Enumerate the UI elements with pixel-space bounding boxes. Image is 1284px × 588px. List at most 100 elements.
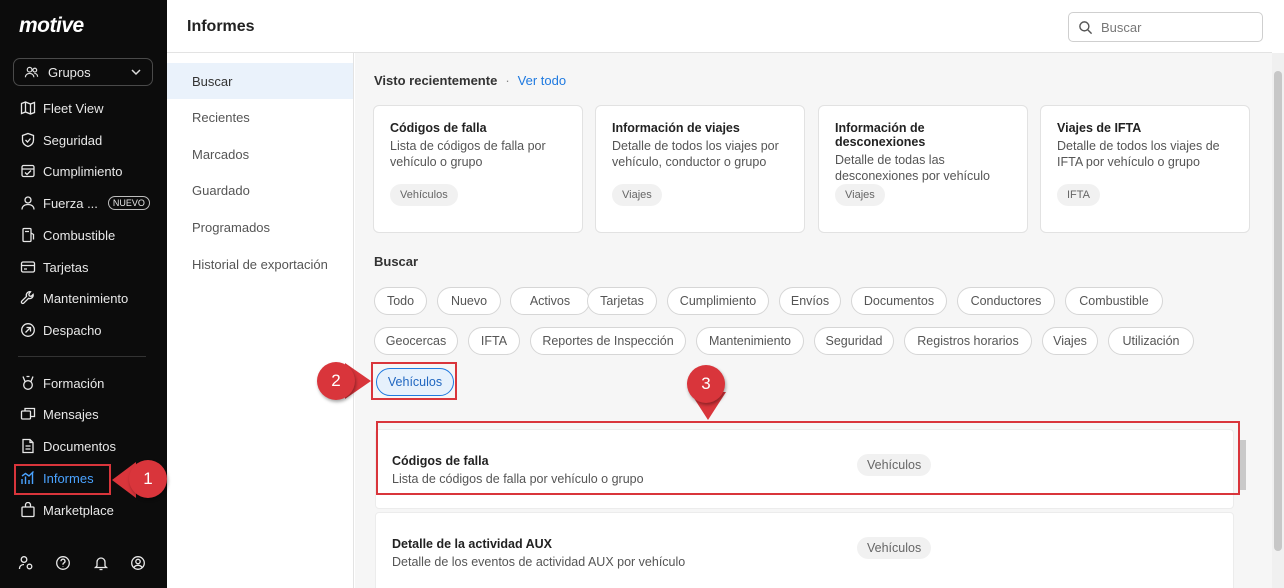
card-title: Viajes de IFTA	[1057, 121, 1142, 135]
filter-chip-conductores[interactable]: Conductores	[957, 287, 1055, 315]
groups-icon	[24, 66, 39, 77]
result-row[interactable]: Detalle de la actividad AUX Detalle de l…	[375, 512, 1234, 588]
filter-chip-nuevo[interactable]: Nuevo	[437, 287, 501, 315]
callout-1-marker: 1	[129, 460, 167, 498]
filter-chip-tarjetas[interactable]: Tarjetas	[587, 287, 657, 315]
recent-card[interactable]: Información de desconexiones Detalle de …	[818, 105, 1028, 233]
card-description: Detalle de todos los viajes de IFTA por …	[1057, 139, 1220, 169]
sidebar-divider	[18, 356, 146, 357]
page-scrollbar-thumb[interactable]	[1274, 71, 1282, 551]
search-input[interactable]	[1101, 19, 1251, 35]
sidebar-item-mantenimiento[interactable]: Mantenimiento	[15, 285, 151, 311]
callout-2-marker: 2	[317, 362, 355, 400]
sidebar-item-fuerza[interactable]: Fuerza ... NUEVO	[15, 190, 151, 216]
separator-dot: ·	[505, 73, 510, 88]
top-bar: Informes	[167, 0, 1272, 53]
chevron-down-icon	[131, 69, 141, 76]
map-icon	[20, 101, 36, 115]
sidebar-item-label: Formación	[43, 375, 105, 391]
main-content: Visto recientemente · Ver todo Códigos d…	[355, 53, 1272, 588]
sidebar-item-tarjetas[interactable]: Tarjetas	[15, 254, 151, 280]
card-tag: Viajes	[612, 184, 662, 206]
card-title: Códigos de falla	[390, 121, 487, 135]
sidebar-item-marketplace[interactable]: Marketplace	[15, 497, 151, 523]
sidebar-item-label: Fuerza ...	[43, 195, 98, 211]
sidebar-item-cumplimiento[interactable]: Cumplimiento	[15, 158, 151, 184]
new-badge: NUEVO	[107, 196, 150, 210]
motive-logo[interactable]: motive	[19, 14, 84, 38]
results-scrollbar[interactable]	[1240, 440, 1246, 490]
dispatch-icon	[21, 323, 35, 337]
result-description: Lista de códigos de falla por vehículo o…	[392, 472, 644, 486]
subnav-item-marcados[interactable]: Marcados	[167, 136, 353, 172]
sidebar: motive Grupos Fleet View Seguridad Cumpl…	[0, 0, 167, 588]
help-icon[interactable]	[55, 555, 71, 571]
shield-icon	[21, 132, 35, 148]
sidebar-item-label: Despacho	[43, 322, 102, 338]
sidebar-item-seguridad[interactable]: Seguridad	[15, 127, 151, 153]
filter-chip-geocercas[interactable]: Geocercas	[374, 327, 458, 355]
page-scrollbar[interactable]	[1272, 53, 1284, 588]
filter-chip-reportes-inspeccion[interactable]: Reportes de Inspección	[530, 327, 686, 355]
subnav-item-buscar[interactable]: Buscar	[167, 63, 353, 99]
recent-card[interactable]: Códigos de falla Lista de códigos de fal…	[373, 105, 583, 233]
filter-chip-viajes[interactable]: Viajes	[1042, 327, 1098, 355]
recent-title: Visto recientemente	[374, 73, 498, 88]
users-settings-icon[interactable]	[18, 555, 34, 571]
sidebar-item-label: Mantenimiento	[43, 290, 129, 306]
callout-3-marker: 3	[687, 365, 725, 403]
recent-card[interactable]: Viajes de IFTA Detalle de todos los viaj…	[1040, 105, 1250, 233]
result-description: Detalle de los eventos de actividad AUX …	[392, 555, 686, 569]
sidebar-item-documentos[interactable]: Documentos	[15, 433, 151, 459]
card-title: Información de viajes	[612, 121, 740, 135]
sidebar-bottom-bar	[18, 555, 146, 571]
search-section-title: Buscar	[374, 254, 419, 269]
sidebar-item-label: Combustible	[43, 227, 116, 243]
card-tag: IFTA	[1057, 184, 1101, 206]
filter-chip-registros-horarios[interactable]: Registros horarios	[904, 327, 1032, 355]
recent-card[interactable]: Información de viajes Detalle de todos l…	[595, 105, 805, 233]
compliance-icon	[21, 164, 35, 178]
chart-icon	[21, 471, 34, 484]
filter-chip-mantenimiento[interactable]: Mantenimiento	[696, 327, 804, 355]
result-tag: Vehículos	[857, 537, 932, 559]
sidebar-item-despacho[interactable]: Despacho	[15, 317, 151, 343]
filter-chip-combustible[interactable]: Combustible	[1065, 287, 1163, 315]
card-tag: Viajes	[835, 184, 885, 206]
card-icon	[20, 261, 36, 273]
filter-chip-vehiculos[interactable]: Vehículos	[376, 368, 454, 396]
wrench-icon	[20, 291, 34, 305]
subnav-item-historial[interactable]: Historial de exportación	[167, 246, 353, 282]
search-icon	[1079, 20, 1093, 34]
recent-header: Visto recientemente · Ver todo	[374, 73, 566, 88]
filter-chip-documentos[interactable]: Documentos	[851, 287, 947, 315]
filter-chip-cumplimiento[interactable]: Cumplimiento	[667, 287, 769, 315]
account-icon[interactable]	[130, 555, 146, 571]
bell-icon[interactable]	[93, 555, 109, 571]
card-description: Detalle de todos los viajes por vehículo…	[612, 139, 779, 169]
reports-subnav: Buscar Recientes Marcados Guardado Progr…	[167, 53, 354, 588]
sidebar-item-label: Tarjetas	[43, 259, 89, 275]
subnav-item-recientes[interactable]: Recientes	[167, 99, 353, 135]
page-title: Informes	[187, 18, 255, 35]
messages-icon	[20, 407, 36, 420]
filter-chip-ifta[interactable]: IFTA	[468, 327, 520, 355]
filter-chip-activos[interactable]: Activos	[510, 287, 590, 315]
sidebar-item-mensajes[interactable]: Mensajes	[15, 401, 151, 427]
filter-chip-envios[interactable]: Envíos	[779, 287, 841, 315]
filter-chip-seguridad[interactable]: Seguridad	[814, 327, 894, 355]
view-all-link[interactable]: Ver todo	[518, 73, 566, 88]
groups-dropdown[interactable]: Grupos	[13, 58, 153, 86]
sidebar-item-fleet-view[interactable]: Fleet View	[15, 95, 151, 121]
sidebar-item-combustible[interactable]: Combustible	[15, 222, 151, 248]
filter-chip-todo[interactable]: Todo	[374, 287, 427, 315]
subnav-item-guardado[interactable]: Guardado	[167, 172, 353, 208]
sidebar-item-label: Informes	[43, 470, 94, 486]
filter-chip-utilizacion[interactable]: Utilización	[1108, 327, 1194, 355]
search-box[interactable]	[1068, 12, 1263, 42]
subnav-item-programados[interactable]: Programados	[167, 209, 353, 245]
sidebar-item-label: Marketplace	[43, 502, 114, 518]
groups-label: Grupos	[48, 64, 91, 80]
sidebar-item-formacion[interactable]: Formación	[15, 370, 151, 396]
result-row[interactable]: Códigos de falla Lista de códigos de fal…	[375, 429, 1234, 509]
